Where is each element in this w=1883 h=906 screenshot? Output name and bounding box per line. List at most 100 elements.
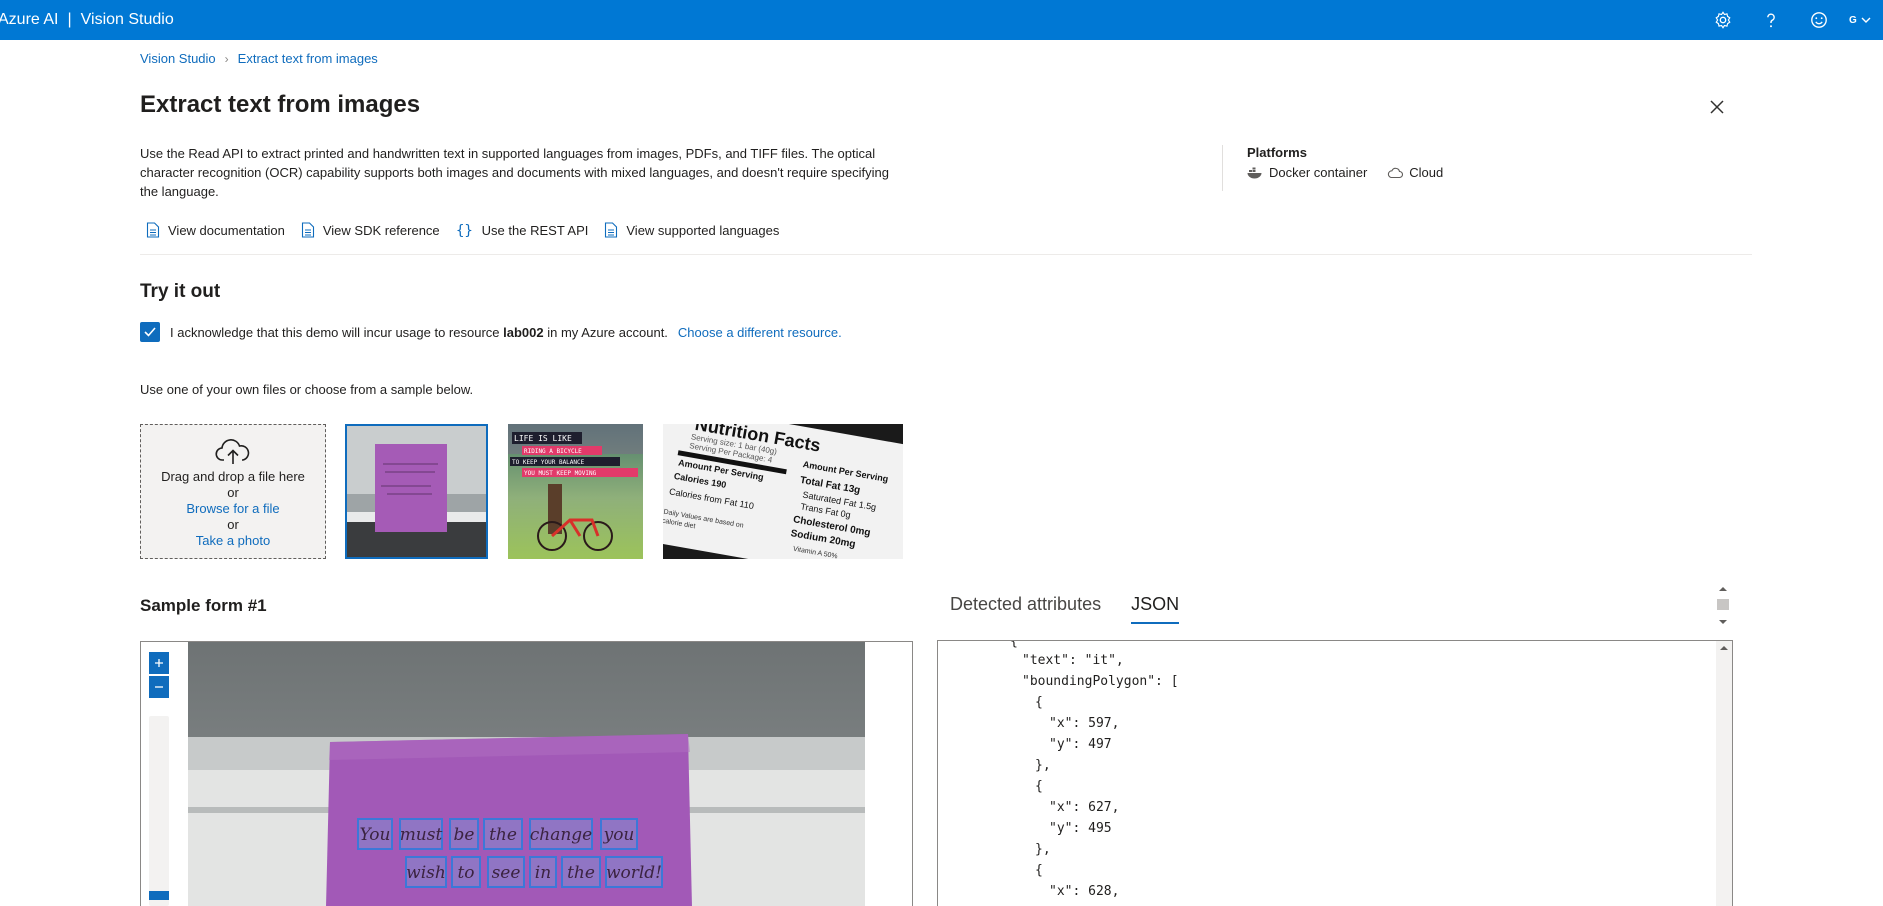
take-photo-link[interactable]: Take a photo [141, 533, 325, 549]
ocr-word-text: the [489, 825, 517, 845]
json-line: "x": 627, [1049, 800, 1120, 815]
tabs-scrollbar[interactable] [1716, 585, 1730, 626]
breadcrumb-vision-studio[interactable]: Vision Studio [140, 51, 216, 66]
link-use-rest-api[interactable]: {} Use the REST API [456, 222, 589, 239]
platform-cloud: Cloud [1387, 165, 1443, 180]
bicycle-poster-image: LIFE IS LIKE RIDING A BICYCLE TO KEEP YO… [508, 424, 643, 559]
sample-title: Sample form #1 [140, 596, 267, 615]
scroll-up-icon [1720, 646, 1728, 650]
brand-name: Azure AI [0, 11, 59, 28]
image-preview-panel: You must be the change you wish to see in the world… [140, 641, 913, 906]
ocr-word-text: in [535, 863, 551, 883]
try-it-out-title: Try it out [140, 281, 221, 302]
ocr-word-text: change [530, 825, 593, 845]
sample-thumbnail-nutrition[interactable]: Nutrition Facts Serving size: 1 bar (40g… [663, 424, 903, 559]
link-label: View documentation [168, 222, 285, 238]
cloud-upload-icon [215, 439, 250, 464]
platform-cloud-label: Cloud [1409, 165, 1444, 180]
json-scrollbar[interactable] [1716, 641, 1732, 906]
dropzone-or: or [227, 485, 239, 500]
chevron-right-icon: › [224, 51, 229, 66]
cloud-icon [1388, 167, 1404, 178]
poster-line-2: RIDING A BICYCLE [524, 448, 582, 455]
file-dropzone[interactable]: Drag and drop a file here or Browse for … [140, 424, 326, 559]
json-line: "x": 628, [1049, 884, 1120, 899]
docker-icon [1247, 167, 1262, 178]
json-line: }, [1035, 758, 1051, 773]
nutrition-label-image: Nutrition Facts Serving size: 1 bar (40g… [663, 424, 903, 559]
avatar[interactable]: G [1843, 15, 1883, 26]
poster-line-4: YOU MUST KEEP MOVING [524, 470, 597, 477]
poster-line-3: TO KEEP YOUR BALANCE [512, 459, 585, 466]
section-divider [140, 254, 1752, 255]
svg-text:{}: {} [456, 223, 473, 238]
json-line: "y": 495 [1049, 821, 1112, 836]
ocr-word-overlay: You must be the change youwish to see in the world… [357, 818, 663, 888]
sample-thumbnail-note[interactable] [345, 424, 488, 559]
minus-icon [155, 686, 163, 688]
link-label: View SDK reference [322, 222, 440, 238]
sample-thumbnail-bicycle[interactable]: LIFE IS LIKE RIDING A BICYCLE TO KEEP YO… [508, 424, 643, 559]
product-name: Vision Studio [80, 11, 174, 28]
platforms-panel: Platforms Docker container Cloud [1222, 145, 1443, 191]
link-label: View supported languages [626, 222, 780, 238]
json-line: { [1035, 695, 1043, 710]
document-icon [301, 222, 314, 238]
use-files-instruction: Use one of your own files or choose from… [140, 382, 474, 397]
plus-icon [155, 659, 163, 667]
zoom-in-button[interactable] [149, 652, 169, 674]
breadcrumb-current[interactable]: Extract text from images [238, 51, 378, 66]
json-line: "boundingPolygon": [ [1022, 674, 1179, 689]
resource-links: View documentation View SDK reference {}… [146, 222, 779, 238]
platform-docker-label: Docker container [1269, 165, 1368, 180]
page-title: Extract text from images [140, 91, 421, 118]
tab-json[interactable]: JSON [1131, 594, 1180, 624]
dropzone-text: Drag and drop a file here [161, 469, 305, 484]
dropzone-or: or [227, 517, 239, 532]
help-icon[interactable] [1747, 0, 1795, 40]
json-output-panel: { "text": "it", "boundingPolygon": [ { "x": … [937, 640, 1733, 906]
checkmark-icon [144, 327, 156, 337]
platforms-title: Platforms [1247, 145, 1307, 160]
app-brand[interactable]: Azure AI | Vision Studio [0, 11, 174, 29]
link-view-sdk-reference[interactable]: View SDK reference [301, 222, 440, 238]
zoom-out-button[interactable] [149, 676, 169, 698]
sticky-note-image [345, 424, 488, 559]
document-icon [146, 222, 160, 238]
choose-resource-link[interactable]: Choose a different resource. [678, 325, 842, 340]
platform-docker: Docker container [1247, 165, 1367, 180]
link-view-documentation[interactable]: View documentation [146, 222, 285, 238]
acknowledge-checkbox[interactable] [140, 322, 160, 342]
json-line: "y": 497 [1049, 737, 1112, 752]
chevron-down-icon [1861, 17, 1871, 23]
browse-file-link[interactable]: Browse for a file [141, 501, 325, 517]
tab-detected-attributes[interactable]: Detected attributes [950, 594, 1101, 624]
close-icon[interactable] [1706, 96, 1728, 118]
smiley-icon[interactable] [1795, 0, 1843, 40]
link-view-supported-languages[interactable]: View supported languages [604, 222, 779, 238]
ocr-word-text: must [400, 825, 443, 845]
zoom-slider-track[interactable] [149, 716, 169, 906]
document-icon [605, 222, 618, 238]
json-line: }, [1035, 842, 1051, 857]
poster-line-1: LIFE IS LIKE [514, 434, 572, 443]
json-line: "x": 597, [1049, 716, 1120, 731]
ocr-word-text: be [454, 825, 475, 845]
ocr-word-text: You [360, 825, 391, 845]
json-line: { [1010, 640, 1018, 649]
breadcrumb: Vision Studio › Extract text from images [140, 51, 378, 66]
braces-icon: {} [456, 223, 473, 238]
top-icons: G [1699, 0, 1883, 40]
ocr-word-text: wish [406, 863, 446, 883]
zoom-slider-thumb[interactable] [149, 891, 169, 900]
zoom-controls [149, 652, 169, 700]
acknowledge-row: I acknowledge that this demo will incur … [140, 322, 842, 342]
result-tabs: Detected attributes JSON [950, 594, 1180, 624]
acknowledge-text-prefix: I acknowledge that this demo will incur … [170, 324, 500, 340]
ocr-word-text: world! [606, 863, 662, 883]
acknowledge-text-suffix: in my Azure account. [547, 324, 668, 340]
json-line: "text": "it", [1022, 653, 1124, 668]
ocr-word-text: to [457, 863, 474, 883]
gear-icon[interactable] [1699, 0, 1747, 40]
resource-name: lab002 [503, 324, 544, 340]
